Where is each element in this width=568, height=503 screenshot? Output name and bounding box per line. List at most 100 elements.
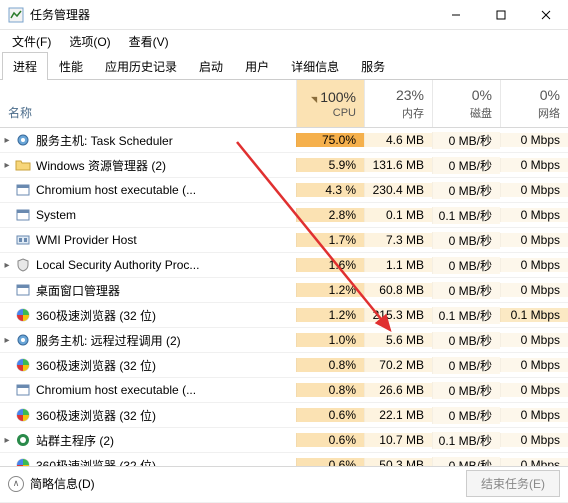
process-name: Local Security Authority Proc... bbox=[36, 258, 296, 272]
mem-cell: 70.2 MB bbox=[364, 358, 432, 372]
col-header-磁盘[interactable]: 0%磁盘 bbox=[432, 80, 500, 127]
process-icon bbox=[14, 432, 32, 448]
process-icon bbox=[14, 332, 32, 348]
tab-5[interactable]: 详细信息 bbox=[280, 52, 350, 80]
net-cell: 0 Mbps bbox=[500, 158, 568, 172]
expand-icon[interactable]: ▸ bbox=[0, 260, 14, 271]
net-cell: 0 Mbps bbox=[500, 233, 568, 247]
net-cell: 0 Mbps bbox=[500, 333, 568, 347]
disk-cell: 0 MB/秒 bbox=[432, 157, 500, 174]
process-icon bbox=[14, 307, 32, 323]
process-row[interactable]: WMI Provider Host1.7%7.3 MB0 MB/秒0 Mbps bbox=[0, 228, 568, 253]
expand-icon[interactable]: ▸ bbox=[0, 160, 14, 171]
footer: ∧ 简略信息(D) 结束任务(E) bbox=[0, 466, 568, 500]
process-row[interactable]: ▸Windows 资源管理器 (2)5.9%131.6 MB0 MB/秒0 Mb… bbox=[0, 153, 568, 178]
cpu-cell: 75.0% bbox=[296, 133, 364, 147]
menu-file[interactable]: 文件(F) bbox=[4, 31, 59, 52]
net-cell: 0 Mbps bbox=[500, 383, 568, 397]
menubar: 文件(F) 选项(O) 查看(V) bbox=[0, 30, 568, 52]
disk-cell: 0 MB/秒 bbox=[432, 182, 500, 199]
window-controls bbox=[433, 0, 568, 30]
disk-cell: 0 MB/秒 bbox=[432, 332, 500, 349]
net-cell: 0 Mbps bbox=[500, 208, 568, 222]
process-icon bbox=[14, 382, 32, 398]
col-header-内存[interactable]: 23%内存 bbox=[364, 80, 432, 127]
net-cell: 0 Mbps bbox=[500, 283, 568, 297]
process-row[interactable]: 桌面窗口管理器1.2%60.8 MB0 MB/秒0 Mbps bbox=[0, 278, 568, 303]
tabbar: 进程性能应用历史记录启动用户详细信息服务 bbox=[0, 52, 568, 80]
cpu-cell: 0.8% bbox=[296, 383, 364, 397]
process-icon bbox=[14, 132, 32, 148]
column-headers: 名称 ◥100%CPU23%内存0%磁盘0%网络 bbox=[0, 80, 568, 128]
process-name: 服务主机: 远程过程调用 (2) bbox=[36, 332, 296, 349]
disk-cell: 0.1 MB/秒 bbox=[432, 307, 500, 324]
tab-4[interactable]: 用户 bbox=[234, 52, 280, 80]
mem-cell: 5.6 MB bbox=[364, 333, 432, 347]
expand-icon[interactable]: ▸ bbox=[0, 435, 14, 446]
minimize-button[interactable] bbox=[433, 0, 478, 30]
process-icon bbox=[14, 282, 32, 298]
process-icon bbox=[14, 357, 32, 373]
mem-cell: 7.3 MB bbox=[364, 233, 432, 247]
process-row[interactable]: ▸服务主机: 远程过程调用 (2)1.0%5.6 MB0 MB/秒0 Mbps bbox=[0, 328, 568, 353]
disk-cell: 0 MB/秒 bbox=[432, 282, 500, 299]
net-cell: 0 Mbps bbox=[500, 358, 568, 372]
net-cell: 0 Mbps bbox=[500, 408, 568, 422]
cpu-cell: 4.3 % bbox=[296, 183, 364, 197]
process-name: 服务主机: Task Scheduler bbox=[36, 132, 296, 149]
close-button[interactable] bbox=[523, 0, 568, 30]
process-name: 桌面窗口管理器 bbox=[36, 282, 296, 299]
cpu-cell: 1.7% bbox=[296, 233, 364, 247]
tab-2[interactable]: 应用历史记录 bbox=[94, 52, 188, 80]
tab-0[interactable]: 进程 bbox=[2, 52, 48, 80]
process-row[interactable]: ▸服务主机: Task Scheduler75.0%4.6 MB0 MB/秒0 … bbox=[0, 128, 568, 153]
process-name: System bbox=[36, 208, 296, 222]
menu-options[interactable]: 选项(O) bbox=[61, 31, 118, 52]
name-column-header[interactable]: 名称 bbox=[0, 80, 296, 127]
net-cell: 0 Mbps bbox=[500, 258, 568, 272]
process-name: WMI Provider Host bbox=[36, 233, 296, 247]
process-row[interactable]: Chromium host executable (...4.3 %230.4 … bbox=[0, 178, 568, 203]
fewer-details-link[interactable]: 简略信息(D) bbox=[30, 475, 95, 492]
expand-icon[interactable]: ▸ bbox=[0, 335, 14, 346]
disk-cell: 0.1 MB/秒 bbox=[432, 432, 500, 449]
process-row[interactable]: ▸站群主程序 (2)0.6%10.7 MB0.1 MB/秒0 Mbps bbox=[0, 428, 568, 453]
disk-cell: 0 MB/秒 bbox=[432, 132, 500, 149]
disk-cell: 0 MB/秒 bbox=[432, 382, 500, 399]
cpu-cell: 0.6% bbox=[296, 433, 364, 447]
process-icon bbox=[14, 157, 32, 173]
cpu-cell: 1.6% bbox=[296, 258, 364, 272]
net-cell: 0 Mbps bbox=[500, 183, 568, 197]
process-row[interactable]: 360极速浏览器 (32 位)1.2%215.3 MB0.1 MB/秒0.1 M… bbox=[0, 303, 568, 328]
process-row[interactable]: ▸Local Security Authority Proc...1.6%1.1… bbox=[0, 253, 568, 278]
process-name: 360极速浏览器 (32 位) bbox=[36, 357, 296, 374]
tab-3[interactable]: 启动 bbox=[188, 52, 234, 80]
mem-cell: 230.4 MB bbox=[364, 183, 432, 197]
process-row[interactable]: System2.8%0.1 MB0.1 MB/秒0 Mbps bbox=[0, 203, 568, 228]
tab-6[interactable]: 服务 bbox=[350, 52, 396, 80]
cpu-cell: 0.6% bbox=[296, 408, 364, 422]
col-header-网络[interactable]: 0%网络 bbox=[500, 80, 568, 127]
process-list: ▸服务主机: Task Scheduler75.0%4.6 MB0 MB/秒0 … bbox=[0, 128, 568, 503]
process-row[interactable]: 360极速浏览器 (32 位)0.6%22.1 MB0 MB/秒0 Mbps bbox=[0, 403, 568, 428]
end-task-button[interactable]: 结束任务(E) bbox=[466, 470, 560, 497]
tab-1[interactable]: 性能 bbox=[48, 52, 94, 80]
app-icon bbox=[8, 7, 24, 23]
process-name: 360极速浏览器 (32 位) bbox=[36, 307, 296, 324]
col-header-CPU[interactable]: ◥100%CPU bbox=[296, 80, 364, 127]
process-name: Chromium host executable (... bbox=[36, 383, 296, 397]
process-name: 站群主程序 (2) bbox=[36, 432, 296, 449]
process-icon bbox=[14, 182, 32, 198]
menu-view[interactable]: 查看(V) bbox=[121, 31, 177, 52]
maximize-button[interactable] bbox=[478, 0, 523, 30]
process-icon bbox=[14, 207, 32, 223]
process-row[interactable]: Chromium host executable (...0.8%26.6 MB… bbox=[0, 378, 568, 403]
mem-cell: 22.1 MB bbox=[364, 408, 432, 422]
collapse-icon[interactable]: ∧ bbox=[8, 476, 24, 492]
window-title: 任务管理器 bbox=[30, 6, 433, 23]
net-cell: 0 Mbps bbox=[500, 133, 568, 147]
process-row[interactable]: 360极速浏览器 (32 位)0.8%70.2 MB0 MB/秒0 Mbps bbox=[0, 353, 568, 378]
cpu-cell: 0.8% bbox=[296, 358, 364, 372]
process-name: 360极速浏览器 (32 位) bbox=[36, 407, 296, 424]
expand-icon[interactable]: ▸ bbox=[0, 135, 14, 146]
